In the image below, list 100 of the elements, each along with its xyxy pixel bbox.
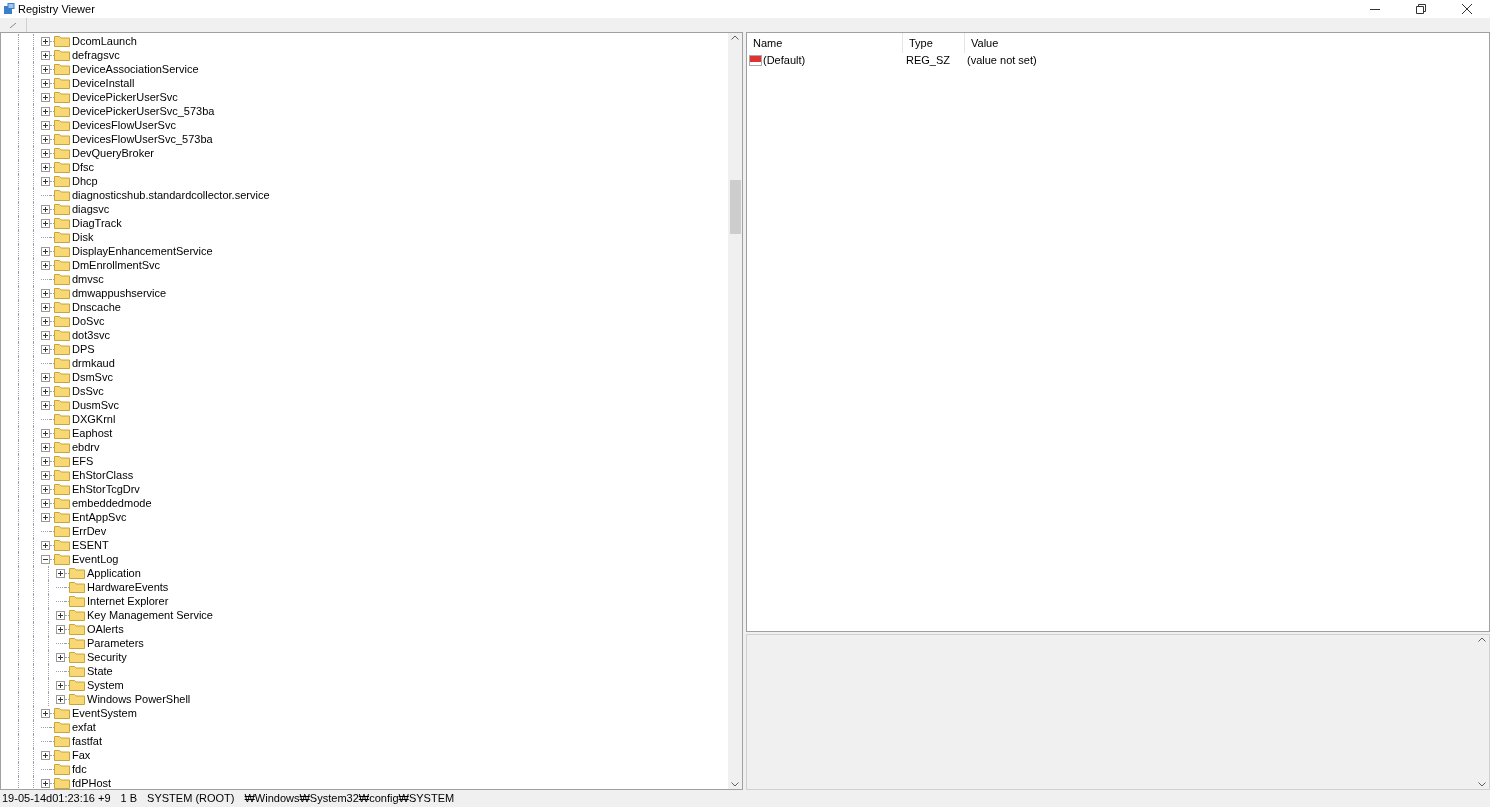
expand-toggle[interactable] xyxy=(56,694,65,704)
tree-item[interactable]: Eaphost xyxy=(72,426,113,440)
tree-item[interactable]: DoSvc xyxy=(72,314,105,328)
expand-toggle[interactable] xyxy=(41,778,50,788)
expand-toggle[interactable] xyxy=(41,148,50,158)
expand-toggle[interactable] xyxy=(41,484,50,494)
tree-item[interactable]: DiagTrack xyxy=(72,216,122,230)
expand-toggle[interactable] xyxy=(41,540,50,550)
tree-item[interactable]: dmwappushservice xyxy=(72,286,167,300)
tree-item[interactable]: DsmSvc xyxy=(72,370,113,384)
expand-toggle[interactable] xyxy=(41,498,50,508)
tree-item[interactable]: EFS xyxy=(72,454,94,468)
expand-toggle[interactable] xyxy=(41,708,50,718)
expand-toggle[interactable] xyxy=(41,92,50,102)
scroll-up-icon[interactable] xyxy=(1478,637,1486,642)
tree-item[interactable]: ebdrv xyxy=(72,440,100,454)
expand-toggle[interactable] xyxy=(41,442,50,452)
expand-toggle[interactable] xyxy=(41,470,50,480)
scroll-down-icon[interactable] xyxy=(1478,782,1486,787)
expand-toggle[interactable] xyxy=(41,750,50,760)
tree-item[interactable]: fastfat xyxy=(72,734,102,748)
tree-item[interactable]: diagsvc xyxy=(72,202,110,216)
tree-item[interactable]: fdPHost xyxy=(72,776,112,789)
tree-item[interactable]: DusmSvc xyxy=(72,398,120,412)
tree-item[interactable]: Dhcp xyxy=(72,174,98,188)
collapse-toggle[interactable] xyxy=(41,554,50,564)
tree-item[interactable]: DevicePickerUserSvc xyxy=(72,90,178,104)
expand-toggle[interactable] xyxy=(41,36,50,46)
value-name[interactable]: (Default) xyxy=(763,51,806,69)
tree-item[interactable]: ErrDev xyxy=(72,524,107,538)
expand-toggle[interactable] xyxy=(41,218,50,228)
tree-item[interactable]: EhStorTcgDrv xyxy=(72,482,140,496)
scroll-up-icon[interactable] xyxy=(731,35,739,40)
tree-item[interactable]: OAlerts xyxy=(87,622,124,636)
tree-item[interactable]: embeddedmode xyxy=(72,496,152,510)
tree-item[interactable]: DsSvc xyxy=(72,384,104,398)
expand-toggle[interactable] xyxy=(41,400,50,410)
tree-item[interactable]: Disk xyxy=(72,230,94,244)
expand-toggle[interactable] xyxy=(41,330,50,340)
tree-item[interactable]: Key Management Service xyxy=(87,608,213,622)
expand-toggle[interactable] xyxy=(41,162,50,172)
scrollbar[interactable] xyxy=(728,33,742,789)
tree-item[interactable]: DmEnrollmentSvc xyxy=(72,258,161,272)
expand-toggle[interactable] xyxy=(56,610,65,620)
tree-item[interactable]: EhStorClass xyxy=(72,468,134,482)
tree-item[interactable]: State xyxy=(87,664,113,678)
tree-item[interactable]: Internet Explorer xyxy=(87,594,169,608)
tree-item[interactable]: DcomLaunch xyxy=(72,34,137,48)
expand-toggle[interactable] xyxy=(41,204,50,214)
tree-item[interactable]: Parameters xyxy=(87,636,144,650)
scrollbar-thumb[interactable] xyxy=(729,180,741,234)
scroll-down-icon[interactable] xyxy=(731,782,739,787)
column-header[interactable]: Name xyxy=(747,33,903,53)
tree-item[interactable]: Dnscache xyxy=(72,300,121,314)
expand-toggle[interactable] xyxy=(41,120,50,130)
expand-toggle[interactable] xyxy=(41,288,50,298)
tree-item[interactable]: dmvsc xyxy=(72,272,104,286)
tree-item[interactable]: HardwareEvents xyxy=(87,580,169,594)
tree-item[interactable]: ESENT xyxy=(72,538,109,552)
expand-toggle[interactable] xyxy=(41,176,50,186)
expand-toggle[interactable] xyxy=(41,386,50,396)
scrollbar[interactable] xyxy=(1475,635,1489,789)
expand-toggle[interactable] xyxy=(41,344,50,354)
tree-item[interactable]: defragsvc xyxy=(72,48,120,62)
expand-toggle[interactable] xyxy=(41,106,50,116)
expand-toggle[interactable] xyxy=(41,512,50,522)
expand-toggle[interactable] xyxy=(56,652,65,662)
column-header[interactable]: Type xyxy=(903,33,965,53)
tree-item[interactable]: DisplayEnhancementService xyxy=(72,244,213,258)
expand-toggle[interactable] xyxy=(41,428,50,438)
tree-item[interactable]: drmkaud xyxy=(72,356,115,370)
tree-item[interactable]: diagnosticshub.standardcollector.service xyxy=(72,188,270,202)
expand-toggle[interactable] xyxy=(41,78,50,88)
tree-item[interactable]: Application xyxy=(87,566,141,580)
tree-item[interactable]: System xyxy=(87,678,124,692)
tree-item[interactable]: fdc xyxy=(72,762,87,776)
tree-item[interactable]: DevQueryBroker xyxy=(72,146,154,160)
tree-item[interactable]: EventLog xyxy=(72,552,119,566)
tree-item[interactable]: Windows PowerShell xyxy=(87,692,191,706)
tree-item[interactable]: DPS xyxy=(72,342,95,356)
expand-toggle[interactable] xyxy=(56,568,65,578)
expand-toggle[interactable] xyxy=(41,134,50,144)
tree-item[interactable]: EntAppSvc xyxy=(72,510,127,524)
expand-toggle[interactable] xyxy=(41,372,50,382)
expand-toggle[interactable] xyxy=(41,456,50,466)
tree-item[interactable]: DXGKrnl xyxy=(72,412,116,426)
expand-toggle[interactable] xyxy=(41,260,50,270)
tree-item[interactable]: DevicePickerUserSvc_573ba xyxy=(72,104,215,118)
tree-item[interactable]: DeviceInstall xyxy=(72,76,135,90)
tree-item[interactable]: exfat xyxy=(72,720,96,734)
expand-toggle[interactable] xyxy=(41,64,50,74)
tree-item[interactable]: DevicesFlowUserSvc xyxy=(72,118,176,132)
tree-item[interactable]: DevicesFlowUserSvc_573ba xyxy=(72,132,213,146)
expand-toggle[interactable] xyxy=(56,624,65,634)
tree-item[interactable]: dot3svc xyxy=(72,328,110,342)
expand-toggle[interactable] xyxy=(41,316,50,326)
tree-item[interactable]: DeviceAssociationService xyxy=(72,62,199,76)
tree-item[interactable]: Security xyxy=(87,650,127,664)
tree-item[interactable]: Fax xyxy=(72,748,91,762)
expand-toggle[interactable] xyxy=(41,246,50,256)
